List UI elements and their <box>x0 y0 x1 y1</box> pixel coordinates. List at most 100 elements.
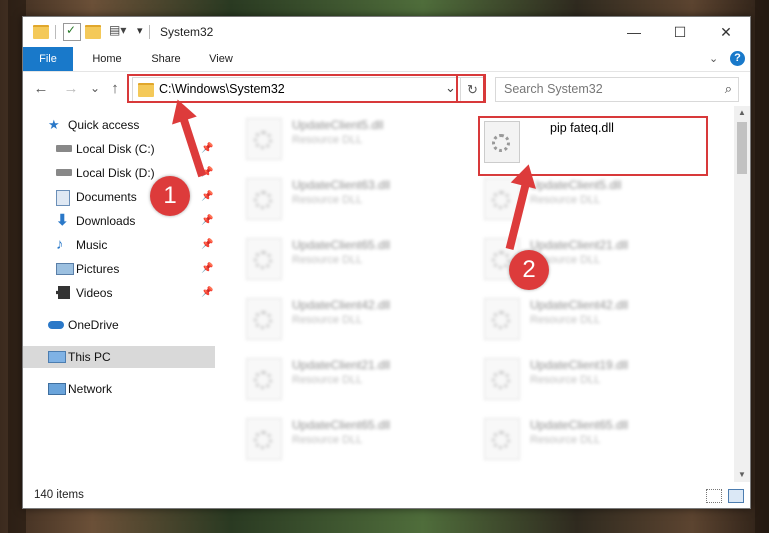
file-item[interactable]: UpdateClient65.dll Resource DLL <box>246 416 466 466</box>
expand-ribbon-icon[interactable]: ⌄ <box>709 52 718 65</box>
new-folder-icon[interactable] <box>85 25 101 39</box>
sidebar-item-downloads[interactable]: ⬇ Downloads 📌 <box>23 210 215 232</box>
search-icon[interactable]: ⌕ <box>725 81 732 97</box>
sidebar-item-music[interactable]: ♪ Music 📌 <box>23 234 215 256</box>
dll-file-icon <box>484 418 520 460</box>
music-icon: ♪ <box>56 236 64 253</box>
file-type: Resource DLL <box>292 134 363 146</box>
wallpaper-trunk <box>755 0 769 533</box>
pictures-icon <box>56 263 74 275</box>
sidebar-item-label: Network <box>68 382 113 396</box>
maximize-button[interactable]: ☐ <box>657 17 703 47</box>
file-name: UpdateClient21.dll <box>530 238 629 252</box>
file-list: UpdateClient5.dll Resource DLL UpdateCli… <box>216 106 734 482</box>
file-type: Resource DLL <box>292 194 363 206</box>
tab-view[interactable]: View <box>201 47 241 71</box>
file-type: Resource DLL <box>292 434 363 446</box>
scroll-thumb[interactable] <box>737 122 747 174</box>
drive-icon <box>56 145 72 152</box>
tab-file[interactable]: File <box>23 47 73 71</box>
folder-icon <box>33 25 49 39</box>
documents-icon <box>56 190 70 206</box>
status-bar: 140 items <box>23 482 750 508</box>
sidebar-item-label: Documents <box>76 190 137 204</box>
sidebar-item-label: Local Disk (D:) <box>76 166 155 180</box>
sidebar-item-label: Local Disk (C:) <box>76 142 155 156</box>
up-button[interactable]: ↑ <box>105 77 125 99</box>
search-input[interactable]: Search System32 <box>504 82 603 96</box>
drive-icon <box>56 169 72 176</box>
annotation-marker-2: 2 <box>509 250 549 290</box>
pin-icon: 📌 <box>201 263 214 274</box>
close-button[interactable]: ✕ <box>703 17 749 47</box>
sidebar-item-pictures[interactable]: Pictures 📌 <box>23 258 215 280</box>
sidebar-item-local-disk-d[interactable]: Local Disk (D:) 📌 <box>23 162 215 184</box>
pin-icon: 📌 <box>201 287 214 298</box>
network-icon <box>48 383 66 395</box>
refresh-highlight-box <box>456 74 485 103</box>
quick-access-dropdown-icon[interactable]: ▾ <box>137 24 143 37</box>
file-name: UpdateClient65.dll <box>292 418 391 432</box>
file-item[interactable]: UpdateClient21.dll Resource DLL <box>246 356 466 406</box>
file-item[interactable]: UpdateClient63.dll Resource DLL <box>246 176 466 226</box>
file-item[interactable]: UpdateClient19.dll Resource DLL <box>484 356 704 406</box>
file-item[interactable]: UpdateClient65.dll Resource DLL <box>484 416 704 466</box>
tab-share[interactable]: Share <box>143 47 189 71</box>
search-box[interactable]: Search System32 ⌕ <box>495 77 739 102</box>
file-name: UpdateClient5.dll <box>530 178 622 192</box>
dll-file-icon <box>484 358 520 400</box>
file-item[interactable]: UpdateClient42.dll Resource DLL <box>246 296 466 346</box>
scroll-down-icon[interactable]: ▼ <box>734 468 750 482</box>
minimize-button[interactable]: — <box>611 17 657 47</box>
properties-icon[interactable]: ✓ <box>63 23 81 41</box>
sidebar-item-network[interactable]: Network <box>23 378 215 400</box>
item-count: 140 items <box>34 489 84 501</box>
file-highlight-box <box>478 116 708 176</box>
scroll-up-icon[interactable]: ▲ <box>734 106 750 120</box>
file-name: UpdateClient63.dll <box>292 178 391 192</box>
file-type: Resource DLL <box>292 314 363 326</box>
file-item[interactable]: UpdateClient5.dll Resource DLL <box>246 116 466 166</box>
file-item[interactable]: UpdateClient65.dll Resource DLL <box>246 236 466 286</box>
file-explorer-window: ✓ ▤▾ ▾ System32 — ☐ ✕ File Home Share Vi… <box>22 16 751 509</box>
vertical-scrollbar[interactable]: ▲ ▼ <box>734 106 750 482</box>
sidebar-item-label: Downloads <box>76 214 136 228</box>
file-type: Resource DLL <box>530 374 601 386</box>
navigation-bar: ← → ⌄ ↑ C:\Windows\System32 ⌄ ↻ Search S… <box>23 72 750 104</box>
sidebar-item-label: Pictures <box>76 262 120 276</box>
dll-file-icon <box>246 238 282 280</box>
file-name: UpdateClient19.dll <box>530 358 629 372</box>
file-name: UpdateClient42.dll <box>530 298 629 312</box>
forward-button[interactable]: → <box>61 77 81 99</box>
file-item[interactable]: UpdateClient42.dll Resource DLL <box>484 296 704 346</box>
file-name: UpdateClient65.dll <box>292 238 391 252</box>
file-type: Resource DLL <box>530 434 601 446</box>
dll-file-icon <box>246 358 282 400</box>
file-type: Resource DLL <box>292 374 363 386</box>
dll-file-icon <box>246 118 282 160</box>
navigation-pane: ★ Quick access Local Disk (C:) 📌 Local D… <box>23 106 215 482</box>
back-button[interactable]: ← <box>31 77 51 99</box>
sidebar-item-label: OneDrive <box>68 318 119 332</box>
star-icon: ★ <box>48 117 60 132</box>
file-name: UpdateClient5.dll <box>292 118 384 132</box>
help-icon[interactable]: ? <box>730 51 745 66</box>
pin-icon: 📌 <box>201 215 214 226</box>
sidebar-item-label: Quick access <box>68 118 140 132</box>
dll-file-icon <box>246 298 282 340</box>
separator <box>55 25 56 39</box>
recent-locations-button[interactable]: ⌄ <box>85 77 105 99</box>
customize-quick-access-icon[interactable]: ▤▾ <box>109 23 126 39</box>
pc-icon <box>48 351 66 363</box>
tab-home[interactable]: Home <box>85 47 129 71</box>
sidebar-item-onedrive[interactable]: OneDrive <box>23 314 215 336</box>
title-bar: ✓ ▤▾ ▾ System32 — ☐ ✕ <box>23 17 750 47</box>
large-icons-view-icon[interactable] <box>728 489 744 503</box>
details-view-icon[interactable] <box>706 489 722 503</box>
sidebar-item-this-pc[interactable]: This PC <box>23 346 215 368</box>
sidebar-item-videos[interactable]: Videos 📌 <box>23 282 215 304</box>
dll-file-icon <box>484 298 520 340</box>
sidebar-item-label: This PC <box>68 350 111 364</box>
file-type: Resource DLL <box>292 254 363 266</box>
dll-file-icon <box>246 418 282 460</box>
